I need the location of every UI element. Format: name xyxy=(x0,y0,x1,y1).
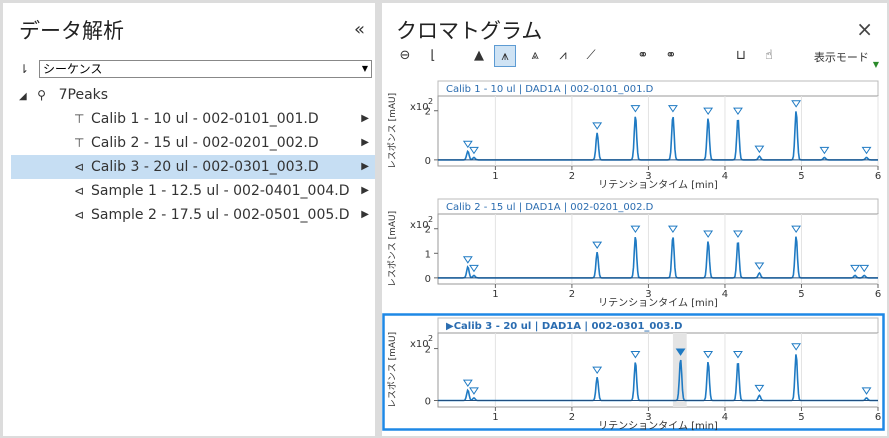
y-axis-label: レスポンス [mAU] xyxy=(387,332,398,408)
tree-item[interactable]: ⊤ Calib 2 - 15 ul - 002-0201_002.D ▶ xyxy=(3,131,375,155)
x-tick-label: 6 xyxy=(875,171,881,182)
unpin-icon: ⊲ xyxy=(74,208,85,222)
collapse-panel-icon[interactable]: « xyxy=(354,19,365,40)
y-multiplier-exponent: 2 xyxy=(428,97,433,106)
display-mode-dropdown[interactable]: 表示モード▼ xyxy=(813,49,879,69)
play-icon[interactable]: ▶ xyxy=(361,107,369,131)
x-tick-label: 1 xyxy=(492,289,498,300)
y-tick-label: 0 xyxy=(425,156,431,167)
x-axis-label: リテンションタイム [min] xyxy=(598,297,718,308)
y-tick-label: 0 xyxy=(425,274,431,285)
data-analysis-panel: データ解析 « ⇂ シーケンス ▼ ◢ ⚲ 7Peaks ⊤ Calib 1 - … xyxy=(3,3,375,436)
tree-item[interactable]: ⊲ Sample 2 - 17.5 ul - 002-0501_005.D ▶ xyxy=(3,203,375,227)
x-tick-label: 5 xyxy=(798,289,804,300)
x-axis-label: リテンションタイム [min] xyxy=(598,420,718,431)
sequence-select[interactable]: シーケンス ▼ xyxy=(39,60,372,78)
expand-triangle-icon[interactable]: ◢ xyxy=(19,91,27,102)
y-axis-label: レスポンス [mAU] xyxy=(387,211,398,287)
chart-svg: Calib 2 - 15 ul | DAD1A | 002-0201_002.D… xyxy=(387,198,881,308)
panel-title: クロマトグラム xyxy=(396,19,543,43)
unpin-icon: ⊲ xyxy=(74,184,85,198)
x-tick-label: 5 xyxy=(798,171,804,182)
x-tick-label: 4 xyxy=(722,412,728,423)
zoom-out-icon[interactable]: ⊖ xyxy=(394,45,416,67)
link-y-icon[interactable]: ⚭ xyxy=(660,45,682,67)
chart-svg: ▶Calib 3 - 20 ul | DAD1A | 002-0301_003.… xyxy=(382,313,885,431)
peaks-offset-icon[interactable]: ⟋ xyxy=(580,45,602,67)
x-tick-label: 2 xyxy=(569,412,575,423)
x-tick-label: 1 xyxy=(492,171,498,182)
peaks-split-icon[interactable]: ⩘ xyxy=(552,45,574,67)
pin-outline-icon: ⚲ xyxy=(37,88,46,102)
chromatogram-panel: クロマトグラム × ⊖ ⌊ ▲ ⩚ ⩓ ⩘ ⟋ ⚭ ⚭ ⊔ ☝ 表示モード▼ C… xyxy=(382,3,887,436)
chart-title: ▶Calib 3 - 20 ul | DAD1A | 002-0301_003.… xyxy=(446,321,682,332)
chart-title: Calib 2 - 15 ul | DAD1A | 002-0201_002.D xyxy=(446,202,654,213)
pin-icon: ⊤ xyxy=(74,136,85,150)
tree-root-node[interactable]: ◢ ⚲ 7Peaks xyxy=(3,83,375,107)
x-tick-label: 4 xyxy=(722,171,728,182)
play-icon[interactable]: ▶ xyxy=(361,179,369,203)
x-tick-label: 1 xyxy=(492,412,498,423)
x-tick-label: 6 xyxy=(875,289,881,300)
play-icon[interactable]: ▶ xyxy=(361,131,369,155)
chevron-down-icon: ▼ xyxy=(361,64,368,73)
chart-layout-icon[interactable]: ⊔ xyxy=(730,45,752,67)
y-multiplier-label: x10 xyxy=(410,220,429,231)
touch-mode-icon[interactable]: ☝ xyxy=(758,45,780,67)
y-multiplier-label: x10 xyxy=(410,102,429,113)
sequence-tree: ◢ ⚲ 7Peaks ⊤ Calib 1 - 10 ul - 002-0101_0… xyxy=(3,83,375,227)
x-tick-label: 2 xyxy=(569,289,575,300)
tree-item-label: Calib 1 - 10 ul - 002-0101_001.D xyxy=(91,111,319,127)
tree-item-label: Calib 3 - 20 ul - 002-0301_003.D xyxy=(91,159,319,175)
y-multiplier-exponent: 2 xyxy=(428,334,433,343)
display-mode-label: 表示モード xyxy=(813,51,869,64)
tree-root-label: 7Peaks xyxy=(58,87,109,103)
x-tick-label: 5 xyxy=(798,412,804,423)
chevron-down-icon: ▼ xyxy=(872,60,879,69)
x-tick-label: 6 xyxy=(875,412,881,423)
x-axis-label: リテンションタイム [min] xyxy=(598,179,718,190)
play-icon[interactable]: ▶ xyxy=(361,155,369,179)
plot-area xyxy=(437,213,879,285)
tree-item-label: Sample 1 - 12.5 ul - 002-0401_004.D xyxy=(91,183,350,199)
link-x-icon[interactable]: ⚭ xyxy=(632,45,654,67)
y-tick-label: 1 xyxy=(425,249,431,260)
sort-icon[interactable]: ⇂ xyxy=(19,62,29,76)
y-axis-label: レスポンス [mAU] xyxy=(387,93,398,169)
tree-item-label: Sample 2 - 17.5 ul - 002-0501_005.D xyxy=(91,207,350,223)
plot-area xyxy=(437,332,879,408)
stacked-peaks-icon[interactable]: ⩚ xyxy=(494,45,516,67)
unpin-icon: ⊲ xyxy=(74,160,85,174)
y-multiplier-exponent: 2 xyxy=(428,215,433,224)
chart-toolbar: ⊖ ⌊ ▲ ⩚ ⩓ ⩘ ⟋ ⚭ ⚭ ⊔ ☝ xyxy=(394,45,874,69)
close-icon[interactable]: × xyxy=(856,17,873,41)
peaks-baseline-icon[interactable]: ⩓ xyxy=(524,45,546,67)
x-tick-label: 4 xyxy=(722,289,728,300)
axis-fit-icon[interactable]: ⌊ xyxy=(422,45,444,67)
tree-item[interactable]: ⊤ Calib 1 - 10 ul - 002-0101_001.D ▶ xyxy=(3,107,375,131)
chromatogram-chart-3[interactable]: ▶Calib 3 - 20 ul | DAD1A | 002-0301_003.… xyxy=(382,313,885,431)
overlay-peaks-icon[interactable]: ▲ xyxy=(468,45,490,67)
tree-item-label: Calib 2 - 15 ul - 002-0201_002.D xyxy=(91,135,319,151)
sequence-select-value: シーケンス xyxy=(43,62,103,76)
chart-title: Calib 1 - 10 ul | DAD1A | 002-0101_001.D xyxy=(446,84,654,95)
tree-item[interactable]: ⊲ Calib 3 - 20 ul - 002-0301_003.D ▶ xyxy=(11,155,375,179)
y-multiplier-label: x10 xyxy=(410,339,429,350)
chromatogram-chart-1[interactable]: Calib 1 - 10 ul | DAD1A | 002-0101_001.D… xyxy=(382,76,885,190)
chart-svg: Calib 1 - 10 ul | DAD1A | 002-0101_001.D… xyxy=(387,80,881,190)
chromatogram-chart-2[interactable]: Calib 2 - 15 ul | DAD1A | 002-0201_002.D… xyxy=(382,194,885,308)
pin-icon: ⊤ xyxy=(74,112,85,126)
y-tick-label: 0 xyxy=(425,397,431,408)
play-icon[interactable]: ▶ xyxy=(361,203,369,227)
panel-title: データ解析 xyxy=(19,19,124,43)
plot-area xyxy=(437,95,879,167)
tree-item[interactable]: ⊲ Sample 1 - 12.5 ul - 002-0401_004.D ▶ xyxy=(3,179,375,203)
x-tick-label: 2 xyxy=(569,171,575,182)
